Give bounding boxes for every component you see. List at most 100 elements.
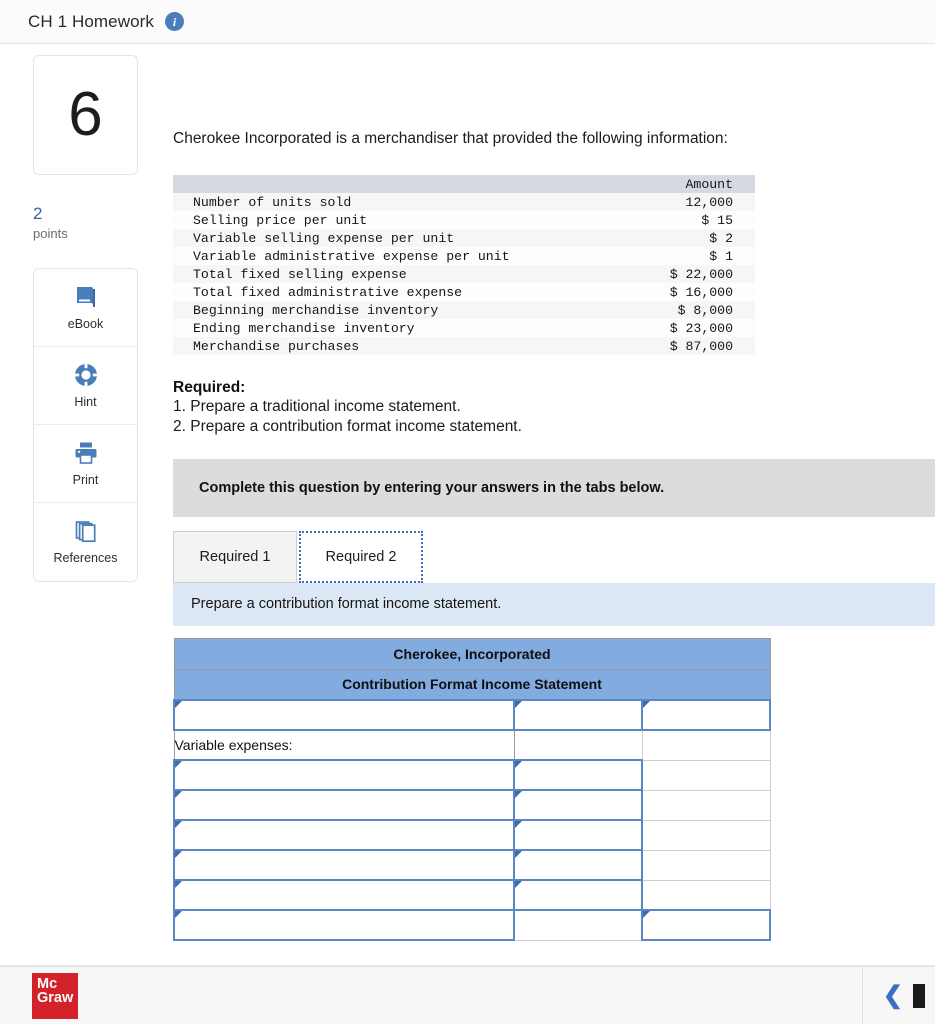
given-row-amount: $ 1 [709, 248, 733, 264]
footer-bar: Mc Graw ❮ [0, 966, 935, 1024]
worksheet-cell-label[interactable] [173, 879, 515, 912]
worksheet-cell-label[interactable] [173, 849, 515, 882]
worksheet-row [173, 699, 771, 732]
tab-required-1-label: Required 1 [199, 548, 271, 565]
cell-marker-icon [175, 761, 182, 769]
given-row-amount: 12,000 [685, 194, 733, 210]
cell-marker-icon [643, 911, 650, 919]
worksheet-cell-label[interactable] [173, 699, 515, 732]
question-page: CH 1 Homework i 6 2 points eBook Hint Pr… [0, 0, 935, 1024]
cell-marker-icon [515, 791, 522, 799]
worksheet-cell-amount-1[interactable] [513, 789, 643, 822]
worksheet-cell-amount-1[interactable] [513, 849, 643, 882]
worksheet-cell-amount-2 [641, 789, 771, 821]
given-row-label: Ending merchandise inventory [193, 320, 415, 336]
print-button[interactable]: Print [34, 424, 137, 503]
worksheet-cell-amount-2 [641, 849, 771, 881]
worksheet-statement-name: Contribution Format Income Statement [173, 668, 771, 701]
given-row-label: Selling price per unit [193, 212, 368, 228]
cell-marker-icon [515, 881, 522, 889]
worksheet-row [173, 849, 771, 882]
table-header-row: Amount [173, 175, 755, 193]
cell-marker-icon [175, 851, 182, 859]
references-label: References [53, 551, 118, 566]
required-item-1: 1. Prepare a traditional income statemen… [173, 398, 461, 415]
cell-marker-icon [515, 761, 522, 769]
tab-required-2-label: Required 2 [325, 548, 397, 565]
sub-instruction: Prepare a contribution format income sta… [173, 582, 935, 626]
sub-instruction-text: Prepare a contribution format income sta… [191, 596, 502, 613]
given-row-amount: $ 2 [709, 230, 733, 246]
worksheet-cell-amount-1[interactable] [513, 759, 643, 792]
given-data-table: Amount Number of units sold 12,000 Selling… [173, 175, 755, 355]
answer-worksheet: Cherokee, Incorporated Contribution Form… [173, 637, 771, 942]
cell-marker-icon [515, 701, 522, 709]
given-row-label: Variable administrative expense per unit [193, 248, 510, 264]
worksheet-cell-label[interactable] [173, 909, 515, 942]
references-button[interactable]: References [34, 502, 137, 581]
table-row: Beginning merchandise inventory $ 8,000 [173, 301, 755, 319]
cell-marker-icon [515, 821, 522, 829]
printer-icon [73, 440, 99, 466]
worksheet-cell-amount-2[interactable] [641, 699, 771, 732]
question-number: 6 [68, 80, 103, 149]
table-row: Ending merchandise inventory $ 23,000 [173, 319, 755, 337]
given-row-amount: $ 16,000 [669, 284, 733, 300]
worksheet-company-name: Cherokee, Incorporated [173, 637, 771, 670]
worksheet-cell-amount-2 [641, 819, 771, 851]
table-row: Merchandise purchases $ 87,000 [173, 337, 755, 355]
given-row-amount: $ 87,000 [669, 338, 733, 354]
worksheet-cell-amount-1[interactable] [513, 699, 643, 732]
logo-line-2: Graw [37, 989, 74, 1006]
tab-required-2[interactable]: Required 2 [299, 530, 423, 583]
cell-marker-icon [175, 821, 182, 829]
cell-marker-icon [643, 701, 650, 709]
worksheet-cell-label[interactable] [173, 759, 515, 792]
question-number-card: 6 [33, 55, 138, 175]
edge-clipped-control[interactable] [913, 983, 925, 1008]
assignment-header: CH 1 Homework i [0, 0, 935, 44]
page-title: CH 1 Homework [28, 11, 154, 31]
copy-pages-icon [73, 518, 99, 544]
table-row: Number of units sold 12,000 [173, 193, 755, 211]
cell-marker-icon [175, 881, 182, 889]
worksheet-cell-label[interactable] [173, 819, 515, 852]
worksheet-title-row-1: Cherokee, Incorporated [173, 637, 771, 670]
chevron-left-icon[interactable]: ❮ [873, 981, 913, 1010]
table-row: Total fixed administrative expense $ 16,0… [173, 283, 755, 301]
question-body: Cherokee Incorporated is a merchandiser … [173, 55, 935, 942]
worksheet-cell-amount-1[interactable] [513, 879, 643, 912]
worksheet-cell-amount-2 [641, 879, 771, 911]
given-row-amount: $ 8,000 [677, 302, 733, 318]
ebook-button[interactable]: eBook [34, 268, 137, 347]
given-row-label: Variable selling expense per unit [193, 230, 455, 246]
worksheet-cell-amount-1[interactable] [513, 819, 643, 852]
ebook-label: eBook [67, 316, 104, 331]
instruction-banner: Complete this question by entering your … [173, 458, 935, 517]
table-row: Selling price per unit $ 15 [173, 211, 755, 229]
worksheet-row [173, 789, 771, 822]
worksheet-cell-amount-2[interactable] [641, 909, 771, 942]
given-row-label: Total fixed selling expense [193, 266, 407, 282]
table-row: Variable administrative expense per unit… [173, 247, 755, 265]
points-value: 2 [33, 204, 43, 223]
worksheet-cell-amount-2 [641, 729, 771, 761]
table-row: Total fixed selling expense $ 22,000 [173, 265, 755, 283]
hint-button[interactable]: Hint [34, 346, 137, 425]
info-icon[interactable]: i [165, 12, 184, 31]
requirement-tabs: Required 1 Required 2 [173, 529, 935, 583]
hint-label: Hint [74, 394, 97, 409]
worksheet-cell-label[interactable] [173, 789, 515, 822]
given-row-amount: $ 15 [701, 212, 733, 228]
worksheet-cell-amount-2 [641, 759, 771, 791]
mcgraw-hill-logo: Mc Graw [32, 972, 78, 1019]
question-sidebar: 6 2 points eBook Hint Print References [33, 55, 138, 582]
required-heading: Required: [173, 379, 246, 396]
tab-required-1[interactable]: Required 1 [173, 530, 297, 583]
given-row-label: Number of units sold [193, 194, 352, 210]
tools-panel: eBook Hint Print References [33, 267, 138, 582]
question-prompt: Cherokee Incorporated is a merchandiser … [173, 130, 728, 147]
book-icon [73, 284, 99, 310]
worksheet-body: Cherokee, Incorporated Contribution Form… [173, 637, 771, 942]
cell-marker-icon [175, 701, 182, 709]
